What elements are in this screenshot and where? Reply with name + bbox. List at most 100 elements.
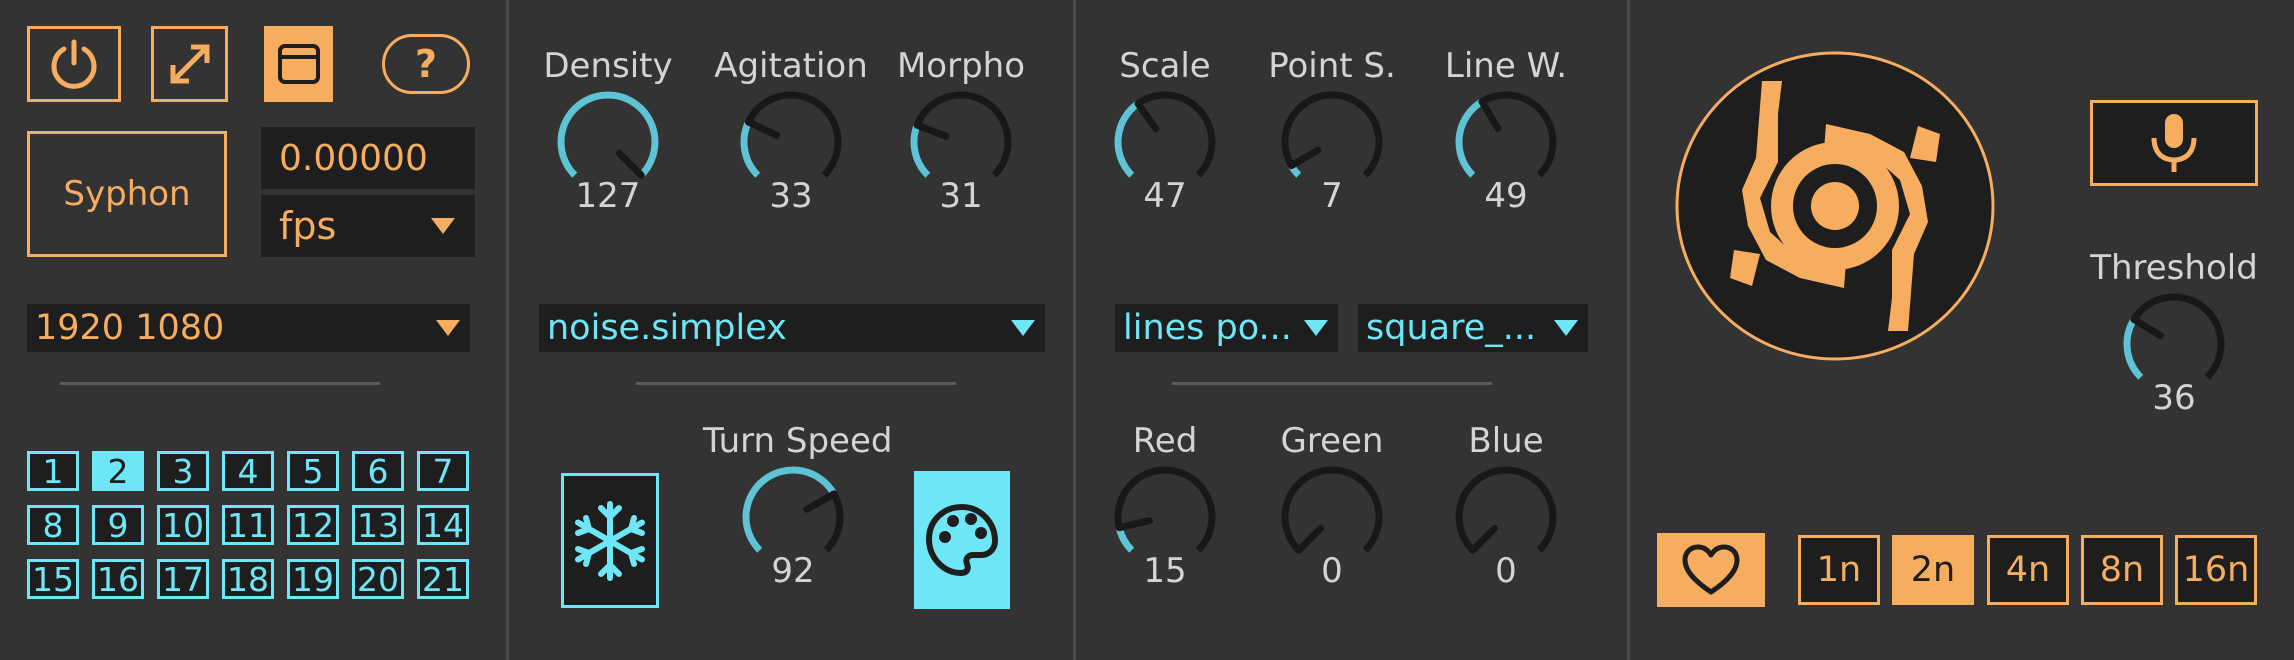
knob-label: Blue [1468, 421, 1544, 461]
layer-button-1[interactable]: 1 [27, 451, 79, 491]
layer-button-15[interactable]: 15 [27, 559, 79, 599]
layer-grid: 1 2 3 4 5 6 7 8 9 10 11 12 13 14 15 16 17 18 19 20 21 [27, 451, 471, 599]
syphon-button[interactable]: Syphon [27, 131, 227, 257]
noise-mode-dropdown[interactable]: noise.simplex [539, 304, 1045, 352]
snowflake-icon [575, 500, 645, 581]
note-button-1n[interactable]: 1n [1798, 535, 1880, 605]
fps-value: 0.00000 [279, 137, 428, 179]
shape-mode-value: square_... [1366, 308, 1537, 348]
layer-button-17[interactable]: 17 [157, 559, 209, 599]
knob-label: Green [1280, 421, 1384, 461]
layer-button-6[interactable]: 6 [352, 451, 404, 491]
layer-button-3[interactable]: 3 [157, 451, 209, 491]
resize-icon [170, 44, 209, 84]
knob-label: Morpho [896, 46, 1026, 86]
note-button-2n[interactable]: 2n [1892, 535, 1974, 605]
note-button-8n[interactable]: 8n [2081, 535, 2163, 605]
knob-value: 36 [2152, 378, 2196, 418]
power-icon [51, 39, 97, 89]
layer-button-7[interactable]: 7 [417, 451, 469, 491]
knob-blue[interactable]: Blue 0 [1416, 421, 1596, 601]
knob-value: 127 [575, 176, 641, 216]
resolution-dropdown[interactable]: 1920 1080 [27, 304, 470, 352]
dropdown-arrow-icon [1554, 320, 1578, 336]
fullscreen-button[interactable] [151, 26, 228, 102]
dropdown-arrow-icon [1011, 320, 1035, 336]
layer-button-16[interactable]: 16 [92, 559, 144, 599]
knob-scale[interactable]: Scale 47 [1075, 46, 1255, 226]
knob-label: Point S. [1268, 46, 1396, 86]
layer-button-20[interactable]: 20 [352, 559, 404, 599]
knob-density[interactable]: Density 127 [518, 46, 698, 226]
panel-separator [1627, 0, 1630, 660]
knob-turn-speed[interactable]: Turn Speed 92 [703, 421, 893, 601]
panel-separator [506, 0, 509, 660]
knob-label: Line W. [1444, 46, 1568, 86]
knob-label: Turn Speed [703, 421, 893, 461]
knob-value: 31 [939, 176, 983, 216]
layer-button-9[interactable]: 9 [92, 505, 144, 545]
knob-label: Red [1132, 421, 1198, 461]
layer-button-13[interactable]: 13 [352, 505, 404, 545]
noise-mode-value: noise.simplex [547, 308, 787, 348]
heart-icon [1682, 544, 1740, 595]
knob-label: Scale [1119, 46, 1211, 86]
knob-value: 0 [1321, 551, 1343, 591]
draw-mode-value: lines po... [1123, 308, 1292, 348]
layer-button-14[interactable]: 14 [417, 505, 469, 545]
layer-button-12[interactable]: 12 [287, 505, 339, 545]
divider [636, 382, 956, 385]
knob-morpho[interactable]: Morpho 31 [871, 46, 1051, 226]
window-button[interactable] [264, 26, 333, 102]
help-icon: ? [414, 42, 438, 86]
dropdown-arrow-icon [431, 218, 455, 234]
layer-button-2[interactable]: 2 [92, 451, 144, 491]
layer-button-18[interactable]: 18 [222, 559, 274, 599]
knob-value: 92 [771, 551, 815, 591]
microphone-icon [2151, 114, 2197, 172]
syphon-label: Syphon [63, 174, 191, 214]
divider [1172, 382, 1492, 385]
dropdown-arrow-icon [1304, 320, 1328, 336]
favorite-button[interactable] [1657, 533, 1765, 607]
knob-threshold[interactable]: Threshold 36 [2084, 248, 2264, 428]
fps-field[interactable]: 0.00000 [261, 127, 475, 189]
palette-icon [925, 503, 999, 577]
knob-value: 0 [1495, 551, 1517, 591]
logo [1674, 50, 1996, 362]
knob-label: Agitation [714, 46, 868, 86]
knob-value: 47 [1143, 176, 1187, 216]
layer-button-10[interactable]: 10 [157, 505, 209, 545]
note-button-4n[interactable]: 4n [1987, 535, 2069, 605]
layer-button-11[interactable]: 11 [222, 505, 274, 545]
microphone-button[interactable] [2090, 100, 2258, 186]
knob-value: 33 [769, 176, 813, 216]
dropdown-arrow-icon [436, 320, 460, 336]
note-button-16n[interactable]: 16n [2175, 535, 2257, 605]
power-button[interactable] [27, 26, 121, 102]
fps-unit: fps [279, 204, 337, 248]
layer-button-8[interactable]: 8 [27, 505, 79, 545]
layer-button-5[interactable]: 5 [287, 451, 339, 491]
knob-point-s-[interactable]: Point S. 7 [1242, 46, 1422, 226]
help-button[interactable]: ? [382, 34, 470, 94]
divider [60, 382, 380, 385]
knob-label: Threshold [2090, 248, 2258, 288]
knob-line-w-[interactable]: Line W. 49 [1416, 46, 1596, 226]
layer-button-21[interactable]: 21 [417, 559, 469, 599]
color-palette-button[interactable] [914, 471, 1010, 609]
knob-red[interactable]: Red 15 [1075, 421, 1255, 601]
knob-value: 7 [1321, 176, 1343, 216]
layer-button-19[interactable]: 19 [287, 559, 339, 599]
resolution-value: 1920 1080 [35, 308, 225, 348]
layer-button-4[interactable]: 4 [222, 451, 274, 491]
knob-value: 15 [1143, 551, 1187, 591]
knob-green[interactable]: Green 0 [1242, 421, 1422, 601]
knob-label: Density [543, 46, 673, 86]
draw-mode-dropdown[interactable]: lines po... [1115, 304, 1338, 352]
shape-mode-dropdown[interactable]: square_... [1358, 304, 1588, 352]
fps-unit-dropdown[interactable]: fps [261, 195, 475, 257]
freeze-button[interactable] [561, 473, 659, 608]
window-icon [277, 44, 320, 84]
knob-agitation[interactable]: Agitation 33 [701, 46, 881, 226]
